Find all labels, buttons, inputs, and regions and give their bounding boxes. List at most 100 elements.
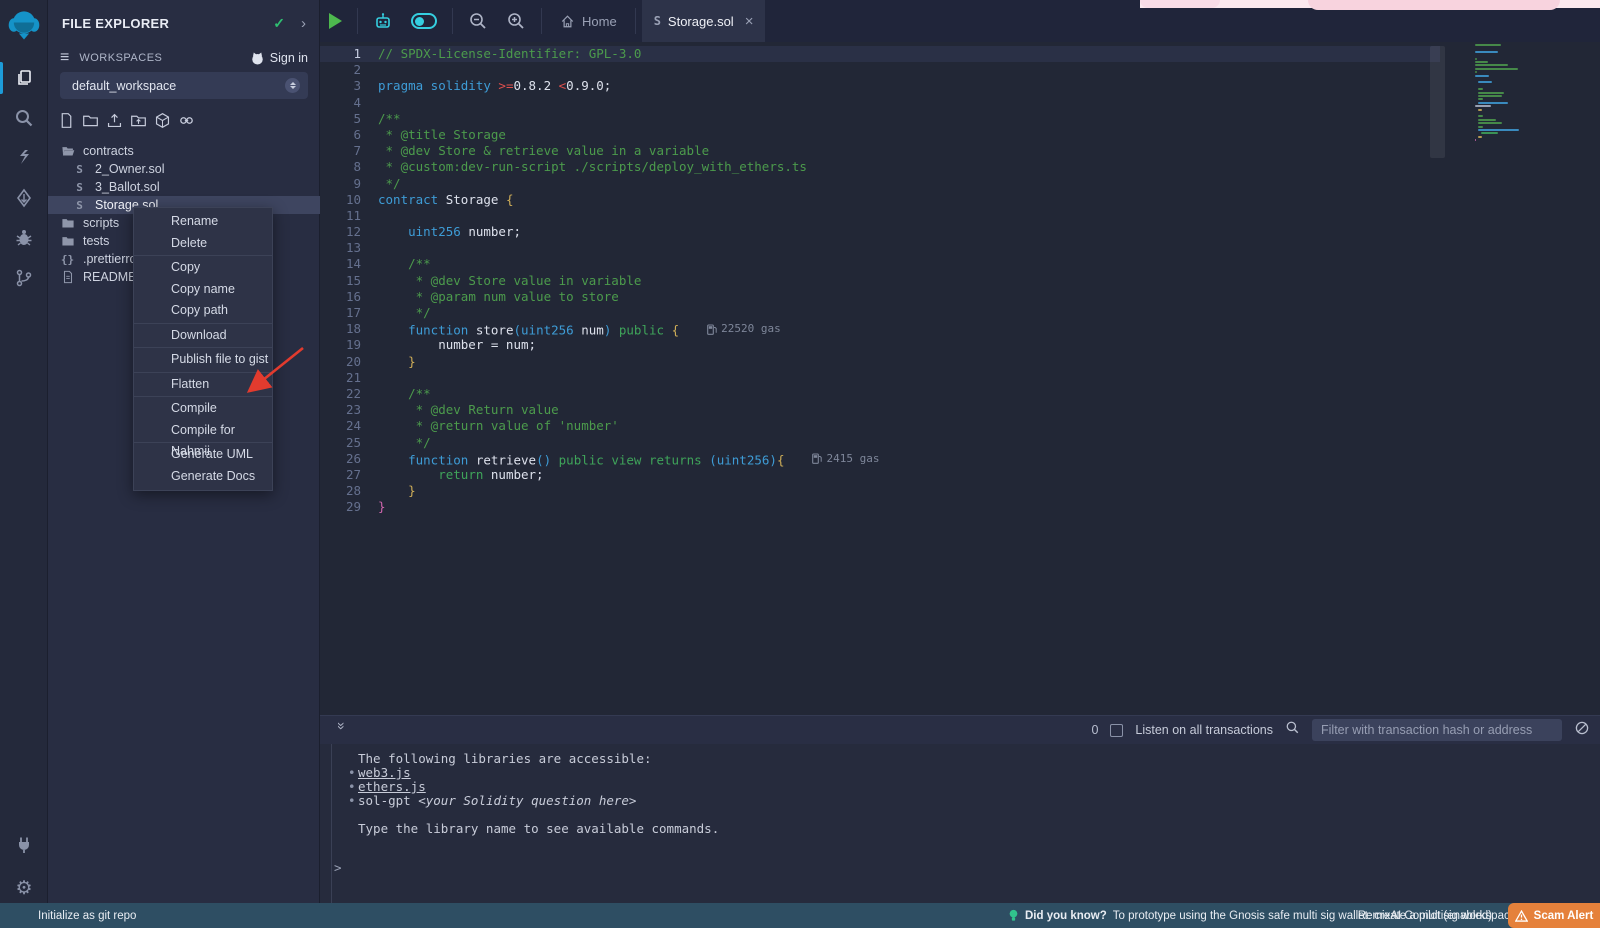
code-line-27: 27 return number; (320, 467, 1440, 483)
line-number: 26 (320, 451, 378, 467)
rail-icon-git[interactable] (0, 258, 48, 298)
new-file-icon[interactable] (58, 112, 75, 129)
close-tab-icon[interactable]: × (745, 13, 754, 30)
ai-assistant-button[interactable] (364, 0, 402, 42)
line-number: 27 (320, 467, 378, 483)
terminal-link-line: •ethers.js (320, 780, 1600, 794)
minimap[interactable] (1475, 44, 1587, 224)
code-line-26: 26 function retrieve() public view retur… (320, 451, 1440, 467)
editor-scrollbar[interactable] (1430, 46, 1445, 158)
terminal-link[interactable]: ethers.js (358, 779, 426, 794)
workspace-switch-icon[interactable] (285, 78, 300, 93)
line-number: 5 (320, 111, 378, 127)
menu-item-copy-name[interactable]: Copy name (134, 279, 272, 301)
zoom-in-button[interactable] (497, 0, 535, 42)
line-number: 28 (320, 483, 378, 499)
menu-item-generate-docs[interactable]: Generate Docs (134, 466, 272, 488)
code-editor[interactable]: 1// SPDX-License-Identifier: GPL-3.023pr… (320, 42, 1600, 715)
new-folder-icon[interactable] (82, 112, 99, 129)
rail-icon-plugin-manager[interactable] (0, 825, 48, 865)
line-number: 24 (320, 418, 378, 434)
terminal-prompt[interactable]: > (334, 860, 342, 875)
listen-transactions-checkbox[interactable] (1110, 724, 1123, 737)
solidity-file-icon: S (654, 14, 661, 28)
line-number: 9 (320, 176, 378, 192)
file-icon (60, 270, 75, 284)
code-line-4: 4 (320, 95, 1440, 111)
code-line-24: 24 * @return value of 'number' (320, 418, 1440, 434)
tab-home[interactable]: Home (548, 0, 629, 42)
rail-icon-settings[interactable]: ⚙ (0, 868, 48, 908)
copilot-status[interactable]: RemixAI Copilot (enabled) (1358, 910, 1492, 922)
tab-storage-sol[interactable]: S Storage.sol × (642, 0, 766, 42)
code-line-12: 12 uint256 number; (320, 224, 1440, 240)
line-number: 6 (320, 127, 378, 143)
menu-item-rename[interactable]: Rename (134, 211, 272, 233)
rail-icon-solidity-compiler[interactable] (0, 138, 48, 178)
sign-in-button[interactable]: Sign in (250, 51, 308, 66)
robot-icon (373, 11, 393, 31)
copilot-toggle[interactable] (402, 0, 446, 42)
code-line-21: 21 (320, 370, 1440, 386)
menu-item-compile-for-nahmii[interactable]: Compile for Nahmii (134, 420, 272, 442)
terminal-header: » 0 Listen on all transactions (320, 715, 1600, 744)
cube-icon[interactable] (154, 112, 171, 129)
run-script-button[interactable] (320, 0, 351, 42)
line-number: 8 (320, 159, 378, 175)
rail-icon-search[interactable] (0, 98, 48, 138)
toggle-on-icon (411, 13, 437, 29)
init-git-repo-button[interactable]: Initialize as git repo (38, 910, 136, 922)
menu-item-copy-path[interactable]: Copy path (134, 300, 272, 322)
workspace-selector[interactable]: default_workspace (60, 72, 308, 99)
rail-icon-file-explorer[interactable] (0, 58, 48, 98)
code-line-14: 14 /** (320, 256, 1440, 272)
menu-item-generate-uml[interactable]: Generate UML (134, 444, 272, 466)
code-line-25: 25 */ (320, 435, 1440, 451)
transaction-filter-input[interactable] (1312, 719, 1562, 741)
tree-item-3-ballot-sol[interactable]: S3_Ballot.sol (48, 178, 320, 196)
tree-item-label: contracts (83, 144, 134, 158)
tree-item-label: 2_Owner.sol (95, 162, 164, 176)
workspaces-label: WORKSPACES (79, 52, 249, 64)
menu-item-copy[interactable]: Copy (134, 257, 272, 279)
terminal[interactable]: The following libraries are accessible:•… (320, 744, 1600, 903)
code-line-23: 23 * @dev Return value (320, 402, 1440, 418)
chevron-right-icon[interactable]: › (301, 15, 306, 32)
rail-icon-debugger[interactable] (0, 218, 48, 258)
code-line-19: 19 number = num; (320, 337, 1440, 353)
clear-console-icon[interactable] (1574, 720, 1590, 741)
line-number: 25 (320, 435, 378, 451)
zoom-out-button[interactable] (459, 0, 497, 42)
line-number: 12 (320, 224, 378, 240)
collapse-terminal-icon[interactable]: » (334, 722, 350, 738)
terminal-link[interactable]: web3.js (358, 765, 411, 780)
tree-item-2-owner-sol[interactable]: S2_Owner.sol (48, 160, 320, 178)
code-line-20: 20 } (320, 354, 1440, 370)
line-number: 1 (320, 46, 378, 62)
upload-folder-icon[interactable] (130, 112, 147, 129)
terminal-search-icon[interactable] (1285, 720, 1300, 740)
menu-item-delete[interactable]: Delete (134, 233, 272, 255)
folder-icon (60, 216, 75, 230)
code-line-13: 13 (320, 240, 1440, 256)
listen-transactions-label: Listen on all transactions (1135, 723, 1273, 737)
code-line-16: 16 * @param num value to store (320, 289, 1440, 305)
upload-file-icon[interactable] (106, 112, 123, 129)
transaction-count-badge: 0 (1091, 723, 1098, 737)
remix-ide-window: ⚙ FILE EXPLORER ✓ › ≡ WORKSPACES Sign in… (0, 0, 1600, 928)
line-number: 3 (320, 78, 378, 94)
line-number: 20 (320, 354, 378, 370)
remix-logo-icon[interactable] (7, 8, 41, 44)
tree-item-contracts[interactable]: contracts (48, 142, 320, 160)
rail-icon-deploy-run[interactable] (0, 178, 48, 218)
scam-alert-button[interactable]: Scam Alert (1508, 903, 1600, 928)
hamburger-menu-icon[interactable]: ≡ (60, 49, 69, 67)
line-number: 4 (320, 95, 378, 111)
solidity-icon: S (72, 199, 87, 212)
home-icon (560, 14, 575, 29)
line-number: 29 (320, 499, 378, 515)
status-bar: Initialize as git repo Did you know? To … (0, 903, 1600, 928)
link-icon[interactable] (178, 112, 195, 129)
menu-item-compile[interactable]: Compile (134, 398, 272, 420)
panel-title: FILE EXPLORER (62, 16, 273, 31)
